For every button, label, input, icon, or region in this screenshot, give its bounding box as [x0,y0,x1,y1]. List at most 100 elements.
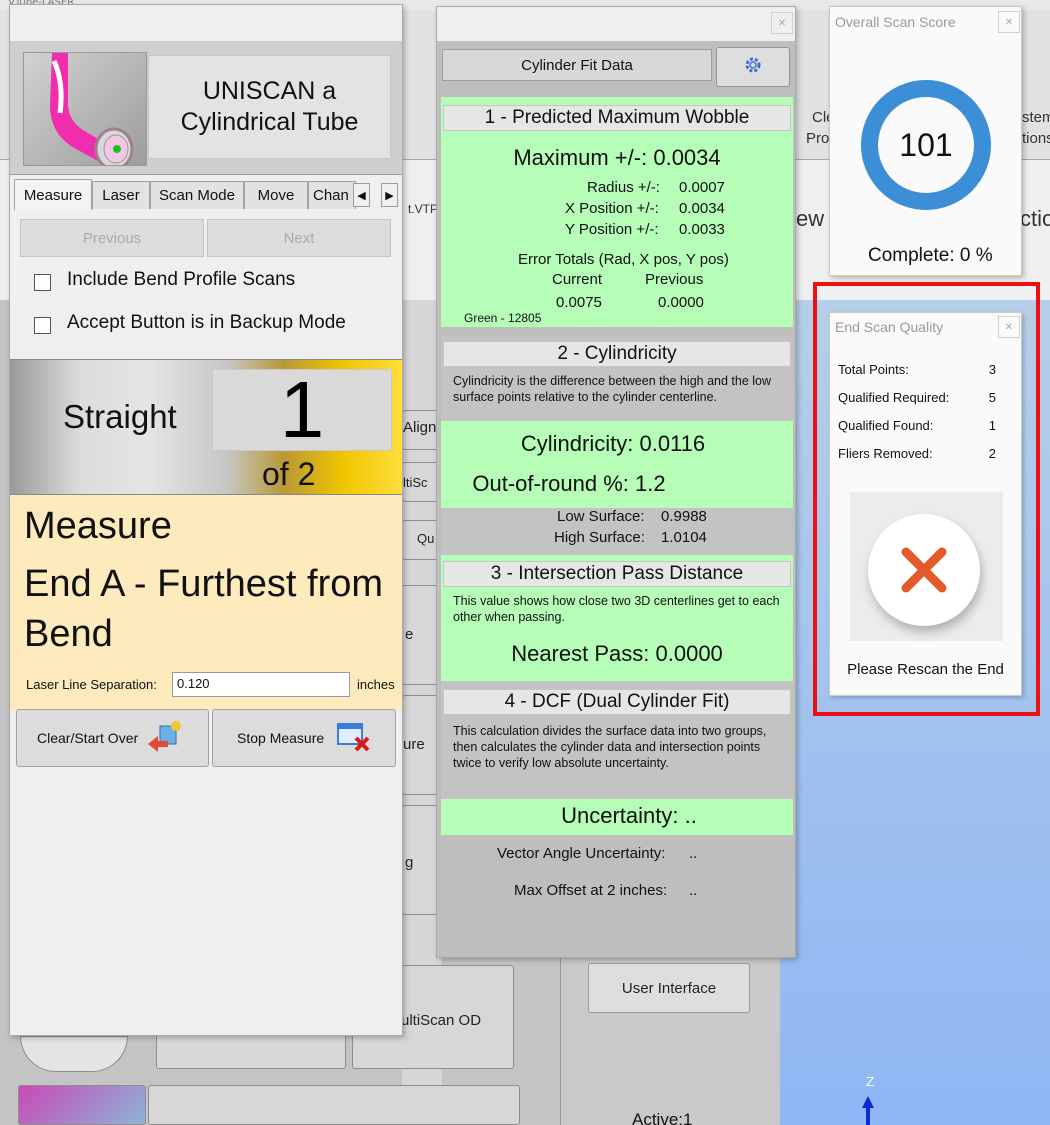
cylinder-fit-window: ✕ Cylinder Fit Data 1 - Predicted Maximu… [436,6,796,958]
overall-score-window: Overall Scan Score ✕ 101 Complete: 0 % [829,6,1022,276]
total-points-row: Total Points: 3 [838,362,1013,377]
toolbar-fragment-tions[interactable]: tions [1022,130,1050,147]
include-bend-profile-label: Include Bend Profile Scans [67,269,296,290]
score-close-icon[interactable]: ✕ [998,11,1020,33]
cylindricity-row: Cylindricity: 0.0116 [437,431,789,457]
include-bend-profile-checkbox[interactable] [34,273,51,291]
stop-window-icon [336,720,372,757]
clear-arrow-icon [146,720,182,757]
z-axis-label: Z [866,1075,875,1089]
nearest-pass-value: 0.0000 [655,641,723,666]
qualified-required-value: 5 [988,390,996,405]
bg-tube-thumbnail[interactable] [18,1085,146,1125]
score-ring: 101 [861,80,991,210]
accept-backup-row[interactable]: Accept Button is in Backup Mode [34,312,346,334]
radius-label: Radius +/-: [587,179,660,196]
cylindricity-value: 0.0116 [639,431,706,456]
out-of-round-label: Out-of-round %: [472,471,629,496]
complete-value: 0 % [959,245,993,266]
straight-number: 1 [212,365,392,454]
previous-col-label: Previous [645,271,704,288]
wobble-title: 1 - Predicted Maximum Wobble [443,105,791,131]
bg-button-qu[interactable]: Qu [402,520,438,560]
ypos-label: Y Position +/-: [565,221,659,238]
include-bend-profile-row[interactable]: Include Bend Profile Scans [34,269,295,291]
maximum-value: 0.0034 [653,145,721,170]
out-of-round-value: 1.2 [635,471,666,496]
cylindricity-title: 2 - Cylindricity [443,341,791,367]
ypos-value: 0.0033 [679,221,725,238]
qualified-found-label: Qualified Found: [838,418,934,433]
max-offset-value: .. [689,882,698,899]
qualified-found-value: 1 [988,418,996,433]
accept-backup-checkbox[interactable] [34,316,51,334]
current-value: 0.0075 [556,294,602,311]
toolbar-fragment-stem[interactable]: stem [1022,109,1050,126]
tab-measure[interactable]: Measure [14,179,92,210]
complete-row: Complete: 0 % [868,245,993,267]
wobble-section: 1 - Predicted Maximum Wobble Maximum +/-… [441,97,793,327]
laser-separation-label: Laser Line Separation: [26,677,157,692]
clear-start-over-button[interactable]: Clear/Start Over [16,709,209,767]
cylindricity-description: Cylindricity is the difference between t… [453,374,772,404]
dcf-title: 4 - DCF (Dual Cylinder Fit) [443,689,791,715]
instruction-body: End A - Furthest from Bend [24,563,384,655]
tab-move[interactable]: Move [244,181,308,209]
bg-button-e[interactable]: e [402,585,438,685]
tab-chan[interactable]: Chan [308,181,356,209]
cylinder-window-titlebar: ✕ [437,7,795,41]
straight-indicator: Straight 1 of 2 [10,359,402,495]
vector-angle-value: .. [689,845,698,862]
bg-button-g[interactable]: g [402,805,438,915]
cylindricity-values: Cylindricity: 0.0116 Out-of-round %: 1.2 [441,421,793,508]
bg-round-button[interactable] [20,1036,128,1072]
current-label: Current [552,271,603,288]
uncertainty-row: Uncertainty: .. [441,799,793,835]
toolbar-fragment-pro[interactable]: Pro [806,130,829,147]
laser-separation-unit: inches [357,677,395,692]
next-button[interactable]: Next [207,219,391,257]
stop-measure-button[interactable]: Stop Measure [212,709,396,767]
end-scan-quality-window: End Scan Quality ✕ Total Points: 3 Quali… [829,312,1022,696]
overall-score-title: Overall Scan Score [835,14,956,30]
bg-button-ure[interactable]: ure [402,695,438,795]
intersection-title: 3 - Intersection Pass Distance [443,561,791,587]
cylinder-settings-button[interactable] [716,47,790,87]
intersection-section: 3 - Intersection Pass Distance This valu… [441,555,793,681]
dcf-description: This calculation divides the surface dat… [453,724,767,770]
previous-value: 0.0000 [658,294,704,311]
previous-button[interactable]: Previous [20,219,204,257]
user-interface-button[interactable]: User Interface [588,963,750,1013]
accept-backup-label: Accept Button is in Backup Mode [67,312,346,333]
error-totals-label: Error Totals (Rad, X pos, Y pos) [518,251,729,268]
z-axis-shaft [866,1106,870,1125]
scan-status-card [850,492,1003,641]
cylinder-fit-header: Cylinder Fit Data [442,49,712,81]
section-fragment: ctio [1020,206,1050,231]
file-name-fragment: t.VTP [408,202,439,216]
intersection-description: This value shows how close two 3D center… [453,594,780,624]
fliers-removed-label: Fliers Removed: [838,446,933,461]
tab-scroll-left-icon[interactable]: ◀ [353,183,370,207]
green-code: Green - 12805 [464,311,542,325]
straight-label: Straight [63,398,177,435]
bg-button-align[interactable]: Align [402,410,438,450]
bg-button-bottom[interactable] [148,1085,520,1125]
tab-scan-mode[interactable]: Scan Mode [150,181,244,209]
laser-separation-input[interactable]: 0.120 [172,672,350,697]
tab-scroll-right-icon[interactable]: ▶ [381,183,398,207]
low-surface-label: Low Surface: [557,508,645,525]
cylindricity-section: 2 - Cylindricity Cylindricity is the dif… [441,335,793,421]
cylinder-close-icon[interactable]: ✕ [771,12,793,34]
maximum-row: Maximum +/-: 0.0034 [441,145,793,171]
qualified-required-label: Qualified Required: [838,390,950,405]
tab-laser[interactable]: Laser [92,181,150,209]
out-of-round-row: Out-of-round %: 1.2 [393,471,745,497]
total-points-label: Total Points: [838,362,909,377]
quality-close-icon[interactable]: ✕ [998,316,1020,338]
vector-angle-label: Vector Angle Uncertainty: [497,845,666,862]
low-surface-value: 0.9988 [661,508,707,525]
maximum-label: Maximum +/-: [513,145,648,170]
view-fragment: ew [796,206,825,231]
high-surface-label: High Surface: [554,529,645,546]
